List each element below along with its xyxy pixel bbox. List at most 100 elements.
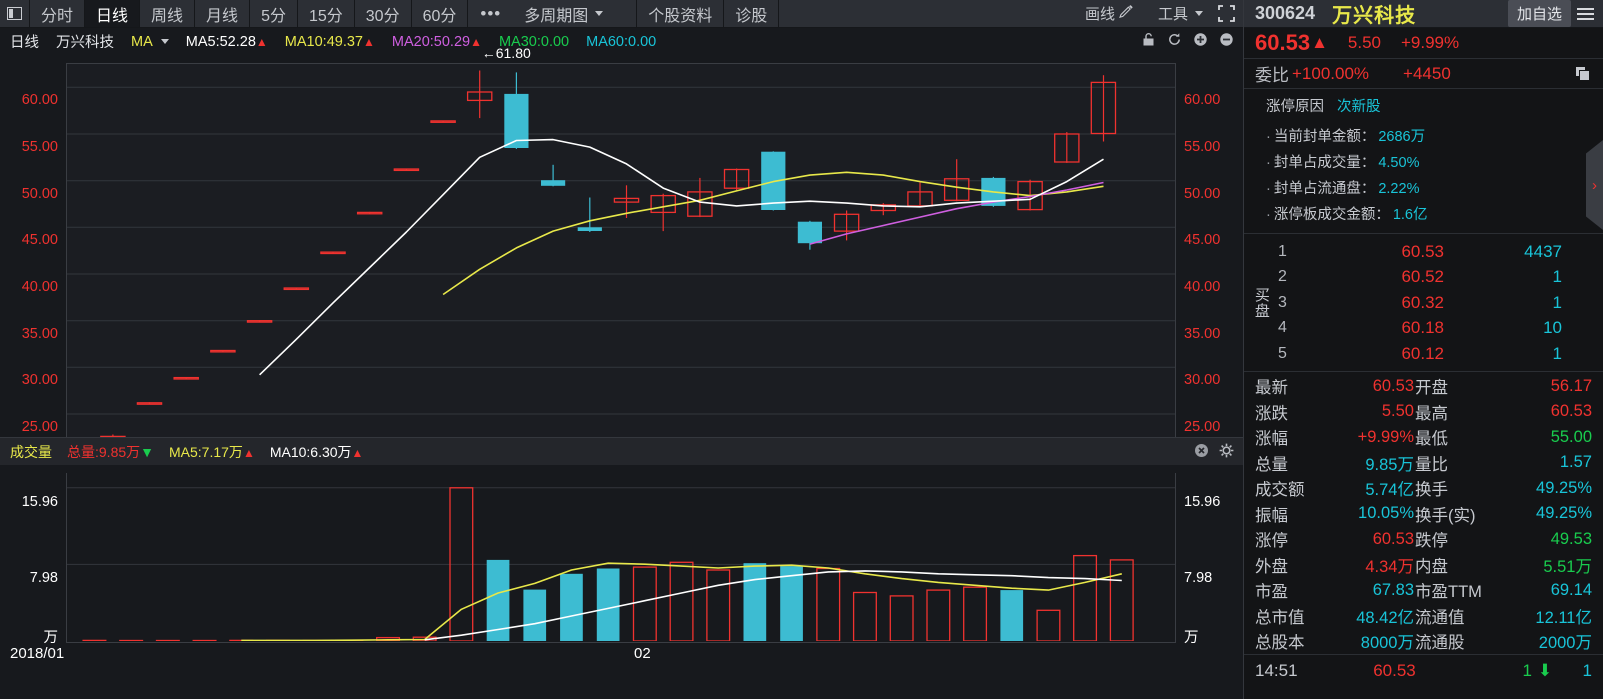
tab-5min[interactable]: 5分	[250, 0, 298, 27]
volume-plot-area[interactable]	[66, 473, 1176, 643]
diagnose-button[interactable]: 诊股	[724, 0, 780, 27]
tab-yuexian[interactable]: 月线	[195, 0, 251, 27]
price-axis-right: 20.0025.0030.0035.0040.0045.0050.0055.00…	[1180, 63, 1242, 480]
stat-value-2: 49.53	[1550, 529, 1592, 548]
order-book-row[interactable]: 4 60.18 10	[1278, 316, 1603, 342]
stat-value-2: 12.11亿	[1535, 608, 1592, 627]
tools-button[interactable]: 工具	[1151, 3, 1210, 24]
stat-key-2: 流通股	[1415, 634, 1465, 653]
stat-value-1: 60.53	[1372, 376, 1414, 395]
stats-row: 成交额 5.74亿 换手 49.25%	[1244, 476, 1603, 502]
volume-ma5: MA5:7.17万▲	[169, 442, 255, 462]
up-arrow-icon: ▲	[362, 34, 375, 49]
tab-fenshi[interactable]: 分时	[30, 0, 86, 27]
tab-zhouxian[interactable]: 周线	[140, 0, 196, 27]
reason-tag[interactable]: 次新股	[1337, 99, 1381, 115]
price-plot-area[interactable]: ←61.80 ←21.85 榜 涨	[66, 45, 1176, 471]
latest-tick-row: 14:51 60.53 1 ⬇ 1	[1244, 657, 1603, 685]
zoom-in-icon[interactable]	[1193, 32, 1208, 51]
indicator-selector[interactable]: MA	[131, 34, 169, 50]
chevron-down-icon	[1195, 11, 1203, 16]
ma10-text: MA10:49.37	[284, 33, 363, 50]
weibi-value: +100.00%	[1292, 63, 1370, 83]
up-arrow-icon: ▲	[351, 445, 364, 460]
order-book-row[interactable]: 5 60.12 1	[1278, 341, 1603, 367]
volume-ma10-text: MA10:6.30万	[269, 443, 352, 460]
stock-code: 300624	[1255, 3, 1316, 23]
fullscreen-icon[interactable]	[1210, 5, 1243, 22]
order-price: 60.52	[1401, 267, 1444, 287]
order-book-row[interactable]: 3 60.32 1	[1278, 290, 1603, 316]
stat-value-2: 56.17	[1550, 376, 1592, 395]
tab-30min[interactable]: 30分	[355, 0, 412, 27]
reason-item: 封单占流通盘：2.22%	[1266, 174, 1603, 200]
stat-value-2: 5.51万	[1543, 557, 1592, 576]
stat-value-1: 8000万	[1360, 634, 1414, 653]
close-icon[interactable]	[1194, 443, 1209, 461]
hamburger-icon[interactable]	[1577, 7, 1594, 20]
volume-tick: 15.96	[1184, 493, 1221, 510]
more-periods-button[interactable]: •••	[468, 0, 513, 27]
stat-key-2: 换手(实)	[1415, 506, 1476, 525]
up-arrow-icon: ▲	[470, 34, 482, 49]
multi-period-button[interactable]: 多周期图	[513, 0, 614, 27]
copy-icon[interactable]	[1575, 66, 1591, 87]
stats-table: 最新 60.53 开盘 56.17 涨跌 5.50 最高 60.53 涨幅 +9.99% 最低 55.…	[1244, 372, 1603, 655]
stats-row: 市盈 67.83 市盈TTM 69.14	[1244, 578, 1603, 604]
weicha-value: +4450	[1403, 63, 1451, 83]
stat-value-2: 60.53	[1550, 402, 1592, 421]
stat-key-2: 跌停	[1415, 532, 1448, 551]
x-axis-labels: 2018/010203	[0, 645, 1311, 669]
tab-60min[interactable]: 60分	[412, 0, 469, 27]
stat-key-1: 涨幅	[1255, 430, 1288, 449]
tab-rixian[interactable]: 日线	[85, 0, 141, 27]
reason-item: 封单占成交量：4.50%	[1266, 148, 1603, 174]
zoom-out-icon[interactable]	[1219, 32, 1234, 51]
stats-row: 涨幅 +9.99% 最低 55.00	[1244, 425, 1603, 451]
volume-header-icons	[1194, 438, 1234, 466]
chevron-right-icon[interactable]: ›	[1586, 140, 1603, 230]
ma-stock-name: 万兴科技	[56, 35, 114, 51]
tab-15min[interactable]: 15分	[298, 0, 355, 27]
refresh-icon[interactable]	[1167, 32, 1182, 51]
add-favorite-button[interactable]: 加自选	[1507, 0, 1571, 27]
gear-icon[interactable]	[1219, 443, 1234, 461]
chart-tool-icons	[1141, 28, 1234, 55]
price-chart[interactable]: 20.0025.0030.0035.0040.0045.0050.0055.00…	[0, 45, 1243, 492]
stat-value-1: 9.85万	[1365, 455, 1414, 474]
volume-header: 成交量 总量:9.85万▼ MA5:7.17万▲ MA10:6.30万▲	[0, 437, 1243, 465]
stock-info-button[interactable]: 个股资料	[636, 0, 725, 27]
reason-item-key: 封单占流通盘：	[1273, 180, 1376, 197]
price-tick: 60.00	[21, 92, 58, 109]
volume-tick: 7.98	[1184, 570, 1213, 587]
volume-total-text: 总量:9.85万	[67, 443, 141, 460]
stat-key-2: 市盈TTM	[1415, 583, 1482, 602]
volume-ma10: MA10:6.30万▲	[270, 442, 364, 462]
tick-volume: 1	[1522, 661, 1532, 680]
order-book-row[interactable]: 2 60.52 1	[1278, 265, 1603, 291]
stat-key-2: 最高	[1415, 404, 1448, 423]
reason-item-value: 2.22%	[1378, 180, 1420, 197]
stat-value-2: 1.57	[1559, 453, 1592, 472]
tools-label: 工具	[1157, 6, 1188, 23]
lock-icon[interactable]	[1141, 32, 1156, 51]
stat-value-1: 5.50	[1381, 402, 1414, 421]
price-tick: 50.00	[1184, 185, 1221, 202]
price-tick: 30.00	[1184, 372, 1221, 389]
stat-key-2: 内盘	[1415, 557, 1448, 576]
price-tick: 35.00	[1184, 325, 1221, 342]
price-tick: 25.00	[21, 419, 58, 435]
stat-key-1: 涨跌	[1255, 404, 1288, 423]
reason-item-key: 涨停板成交金额：	[1273, 206, 1390, 223]
quote-header: 300624 万兴科技 加自选	[1244, 0, 1603, 28]
price-tick: 25.00	[1184, 419, 1221, 435]
volume-chart[interactable]: 15.967.98万 15.967.98万 2018/010203	[0, 465, 1311, 699]
draw-line-button[interactable]: 画线	[1078, 3, 1141, 24]
stats-row: 涨停 60.53 跌停 49.53	[1244, 527, 1603, 553]
order-book-row[interactable]: 1 60.53 4437	[1278, 239, 1603, 265]
panel-toggle-icon[interactable]	[0, 0, 30, 27]
tick-price: 60.53	[1373, 661, 1416, 680]
chevron-down-icon	[160, 39, 169, 45]
order-qty: 1	[1552, 292, 1562, 312]
